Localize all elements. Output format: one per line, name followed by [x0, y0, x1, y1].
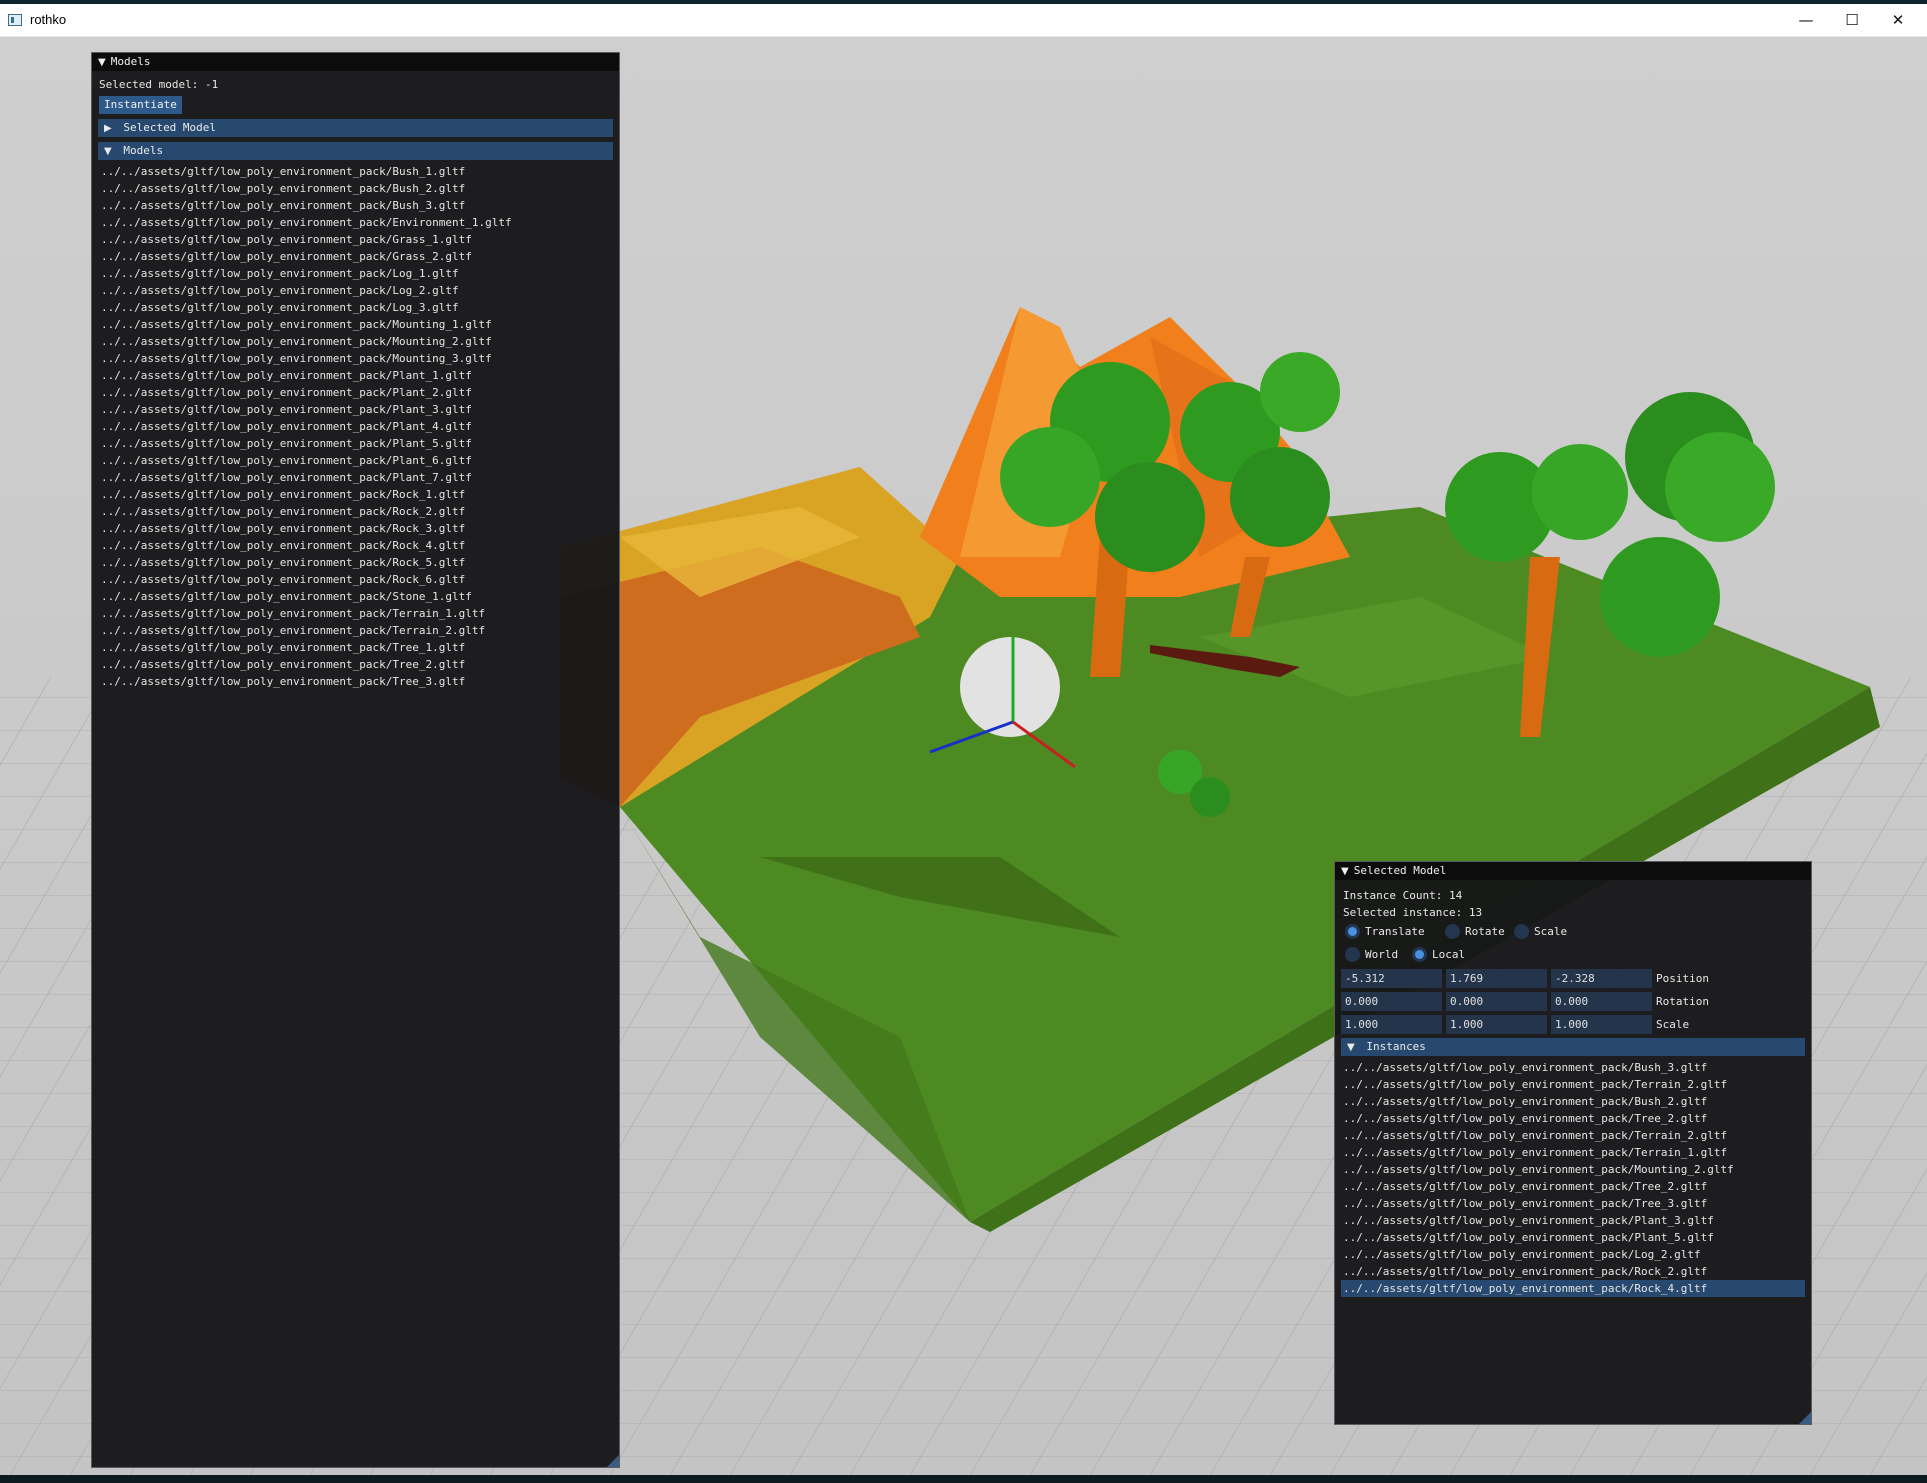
- scale-label: Scale: [1656, 1018, 1690, 1031]
- instance-list-item[interactable]: ../../assets/gltf/low_poly_environment_p…: [1341, 1263, 1805, 1280]
- model-list-item[interactable]: ../../assets/gltf/low_poly_environment_p…: [99, 265, 512, 282]
- model-list-item[interactable]: ../../assets/gltf/low_poly_environment_p…: [99, 418, 512, 435]
- model-list-item[interactable]: ../../assets/gltf/low_poly_environment_p…: [99, 384, 512, 401]
- close-icon[interactable]: ✕: [1875, 4, 1921, 36]
- world-radio[interactable]: [1345, 947, 1360, 962]
- rotation-label: Rotation: [1656, 995, 1709, 1008]
- rotation-z-field[interactable]: 0.000: [1551, 992, 1652, 1011]
- model-list-item[interactable]: ../../assets/gltf/low_poly_environment_p…: [99, 554, 512, 571]
- model-list-item[interactable]: ../../assets/gltf/low_poly_environment_p…: [99, 622, 512, 639]
- minimize-icon[interactable]: —: [1783, 4, 1829, 36]
- model-list-item[interactable]: ../../assets/gltf/low_poly_environment_p…: [99, 469, 512, 486]
- models-list-header[interactable]: ▼ Models: [98, 142, 613, 160]
- instance-list-item[interactable]: ../../assets/gltf/low_poly_environment_p…: [1341, 1093, 1805, 1110]
- models-panel-title-bar[interactable]: ▼ Models: [92, 53, 619, 71]
- instance-list-item[interactable]: ../../assets/gltf/low_poly_environment_p…: [1341, 1144, 1805, 1161]
- position-label: Position: [1656, 972, 1709, 985]
- model-list-item[interactable]: ../../assets/gltf/low_poly_environment_p…: [99, 180, 512, 197]
- position-z-field[interactable]: -2.328: [1551, 969, 1652, 988]
- rotation-x-field[interactable]: 0.000: [1341, 992, 1442, 1011]
- model-list-item[interactable]: ../../assets/gltf/low_poly_environment_p…: [99, 537, 512, 554]
- translate-label: Translate: [1365, 925, 1425, 938]
- scale-mode-label: Scale: [1534, 925, 1568, 938]
- selected-panel-title-bar[interactable]: ▼ Selected Model: [1335, 862, 1811, 880]
- instances-list: ../../assets/gltf/low_poly_environment_p…: [1341, 1059, 1805, 1297]
- local-radio[interactable]: [1412, 947, 1427, 962]
- collapse-arrow-icon[interactable]: ▼: [1341, 863, 1349, 881]
- model-list-item[interactable]: ../../assets/gltf/low_poly_environment_p…: [99, 452, 512, 469]
- selected-panel-title: Selected Model: [1353, 864, 1447, 877]
- collapse-arrow-icon: ▼: [104, 146, 112, 157]
- selected-model-header-label: Selected Model: [123, 121, 217, 134]
- model-list-item[interactable]: ../../assets/gltf/low_poly_environment_p…: [99, 231, 512, 248]
- model-list-item[interactable]: ../../assets/gltf/low_poly_environment_p…: [99, 639, 512, 656]
- model-list-item[interactable]: ../../assets/gltf/low_poly_environment_p…: [99, 605, 512, 622]
- app-icon: [8, 14, 22, 26]
- model-list-item[interactable]: ../../assets/gltf/low_poly_environment_p…: [99, 656, 512, 673]
- instances-header-label: Instances: [1366, 1040, 1426, 1053]
- model-list-item[interactable]: ../../assets/gltf/low_poly_environment_p…: [99, 333, 512, 350]
- instance-list-item[interactable]: ../../assets/gltf/low_poly_environment_p…: [1341, 1280, 1805, 1297]
- model-list-item[interactable]: ../../assets/gltf/low_poly_environment_p…: [99, 673, 512, 690]
- model-list-item[interactable]: ../../assets/gltf/low_poly_environment_p…: [99, 248, 512, 265]
- rotate-label: Rotate: [1465, 925, 1505, 938]
- model-list-item[interactable]: ../../assets/gltf/low_poly_environment_p…: [99, 367, 512, 384]
- model-list-item[interactable]: ../../assets/gltf/low_poly_environment_p…: [99, 316, 512, 333]
- model-list-item[interactable]: ../../assets/gltf/low_poly_environment_p…: [99, 299, 512, 316]
- model-list-item[interactable]: ../../assets/gltf/low_poly_environment_p…: [99, 214, 512, 231]
- collapse-arrow-icon: ▼: [1347, 1042, 1355, 1053]
- instantiate-button[interactable]: Instantiate: [99, 96, 182, 114]
- resize-grip[interactable]: [1799, 1412, 1811, 1424]
- model-list-item[interactable]: ../../assets/gltf/low_poly_environment_p…: [99, 282, 512, 299]
- model-list-item[interactable]: ../../assets/gltf/low_poly_environment_p…: [99, 520, 512, 537]
- selected-instance-text: Selected instance: 13: [1343, 906, 1483, 919]
- model-list-item[interactable]: ../../assets/gltf/low_poly_environment_p…: [99, 435, 512, 452]
- scale-z-field[interactable]: 1.000: [1551, 1015, 1652, 1034]
- instance-list-item[interactable]: ../../assets/gltf/low_poly_environment_p…: [1341, 1212, 1805, 1229]
- instances-header[interactable]: ▼ Instances: [1341, 1038, 1805, 1056]
- expand-arrow-icon: ▶: [104, 123, 112, 134]
- selected-model-text: Selected model: -1: [99, 78, 219, 91]
- position-y-field[interactable]: 1.769: [1446, 969, 1547, 988]
- model-list-item[interactable]: ../../assets/gltf/low_poly_environment_p…: [99, 401, 512, 418]
- models-panel-title: Models: [110, 55, 151, 68]
- scale-y-field[interactable]: 1.000: [1446, 1015, 1547, 1034]
- rotation-y-field[interactable]: 0.000: [1446, 992, 1547, 1011]
- instance-count-text: Instance Count: 14: [1343, 889, 1463, 902]
- instance-list-item[interactable]: ../../assets/gltf/low_poly_environment_p…: [1341, 1246, 1805, 1263]
- collapse-arrow-icon[interactable]: ▼: [98, 54, 106, 72]
- instance-list-item[interactable]: ../../assets/gltf/low_poly_environment_p…: [1341, 1178, 1805, 1195]
- scale-x-field[interactable]: 1.000: [1341, 1015, 1442, 1034]
- model-list-item[interactable]: ../../assets/gltf/low_poly_environment_p…: [99, 571, 512, 588]
- models-panel: ▼ Models Selected model: -1 Instantiate ▶…: [91, 52, 620, 1468]
- title-bar[interactable]: rothko — ☐ ✕: [0, 4, 1927, 37]
- resize-grip[interactable]: [607, 1455, 619, 1467]
- translate-radio[interactable]: [1345, 924, 1360, 939]
- model-list-item[interactable]: ../../assets/gltf/low_poly_environment_p…: [99, 350, 512, 367]
- instance-list-item[interactable]: ../../assets/gltf/low_poly_environment_p…: [1341, 1229, 1805, 1246]
- models-list-header-label: Models: [123, 144, 164, 157]
- instance-list-item[interactable]: ../../assets/gltf/low_poly_environment_p…: [1341, 1059, 1805, 1076]
- instance-list-item[interactable]: ../../assets/gltf/low_poly_environment_p…: [1341, 1195, 1805, 1212]
- app-window: rothko — ☐ ✕ ▼ Models Selected model: -1…: [0, 0, 1927, 1475]
- world-label: World: [1365, 948, 1399, 961]
- model-list-item[interactable]: ../../assets/gltf/low_poly_environment_p…: [99, 503, 512, 520]
- rotate-radio[interactable]: [1445, 924, 1460, 939]
- instance-list-item[interactable]: ../../assets/gltf/low_poly_environment_p…: [1341, 1161, 1805, 1178]
- model-list-item[interactable]: ../../assets/gltf/low_poly_environment_p…: [99, 486, 512, 503]
- model-list-item[interactable]: ../../assets/gltf/low_poly_environment_p…: [99, 197, 512, 214]
- instance-list-item[interactable]: ../../assets/gltf/low_poly_environment_p…: [1341, 1110, 1805, 1127]
- maximize-icon[interactable]: ☐: [1829, 4, 1875, 36]
- models-list: ../../assets/gltf/low_poly_environment_p…: [99, 163, 512, 690]
- scale-radio[interactable]: [1514, 924, 1529, 939]
- window-title: rothko: [30, 12, 67, 27]
- instance-list-item[interactable]: ../../assets/gltf/low_poly_environment_p…: [1341, 1076, 1805, 1093]
- local-label: Local: [1432, 948, 1466, 961]
- selected-model-header[interactable]: ▶ Selected Model: [98, 119, 613, 137]
- selected-model-panel: ▼ Selected Model Instance Count: 14 Selec…: [1334, 861, 1812, 1425]
- position-x-field[interactable]: -5.312: [1341, 969, 1442, 988]
- instance-list-item[interactable]: ../../assets/gltf/low_poly_environment_p…: [1341, 1127, 1805, 1144]
- model-list-item[interactable]: ../../assets/gltf/low_poly_environment_p…: [99, 588, 512, 605]
- model-list-item[interactable]: ../../assets/gltf/low_poly_environment_p…: [99, 163, 512, 180]
